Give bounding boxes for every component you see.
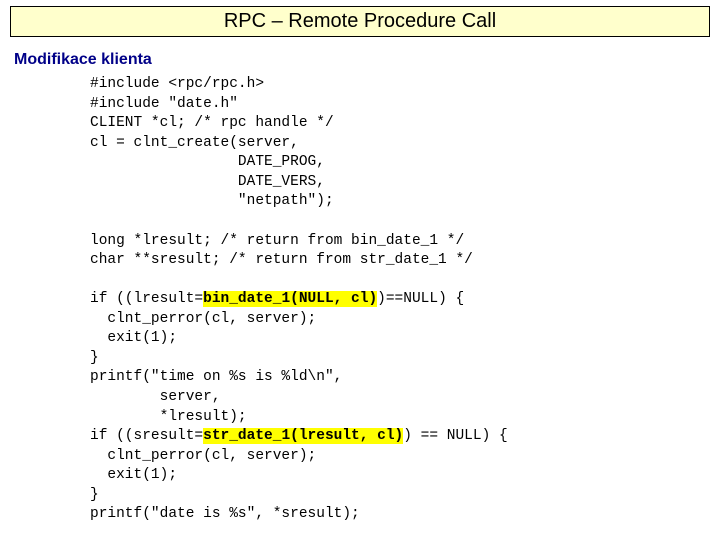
code-line: *lresult);: [90, 409, 247, 425]
code-line: clnt_perror(cl, server);: [90, 448, 316, 464]
code-highlight: bin_date_1(NULL, cl): [203, 291, 377, 307]
code-line: printf("date is %s", *sresult);: [90, 506, 360, 522]
code-line: char **sresult; /* return from str_date_…: [90, 252, 473, 268]
code-line: exit(1);: [90, 467, 177, 483]
code-line: clnt_perror(cl, server);: [90, 311, 316, 327]
code-line: )==NULL) {: [377, 291, 464, 307]
code-block: #include <rpc/rpc.h> #include "date.h" C…: [90, 75, 720, 525]
code-line: DATE_PROG,: [90, 154, 325, 170]
code-line: "netpath");: [90, 193, 334, 209]
slide-title: RPC – Remote Procedure Call: [224, 10, 496, 32]
code-line: #include <rpc/rpc.h>: [90, 76, 264, 92]
slide-subtitle: Modifikace klienta: [14, 51, 720, 69]
code-line: cl = clnt_create(server,: [90, 135, 299, 151]
code-line: CLIENT *cl; /* rpc handle */: [90, 115, 334, 131]
code-line: if ((lresult=: [90, 291, 203, 307]
code-line: server,: [90, 389, 221, 405]
code-line: DATE_VERS,: [90, 174, 325, 190]
code-line: }: [90, 487, 99, 503]
code-line: exit(1);: [90, 330, 177, 346]
code-line: #include "date.h": [90, 96, 238, 112]
code-line: ) == NULL) {: [403, 428, 507, 444]
code-line: if ((sresult=: [90, 428, 203, 444]
code-line: }: [90, 350, 99, 366]
code-line: long *lresult; /* return from bin_date_1…: [90, 233, 464, 249]
code-highlight: str_date_1(lresult, cl): [203, 428, 403, 444]
code-line: printf("time on %s is %ld\n",: [90, 369, 342, 385]
slide-title-bar: RPC – Remote Procedure Call: [10, 6, 710, 37]
